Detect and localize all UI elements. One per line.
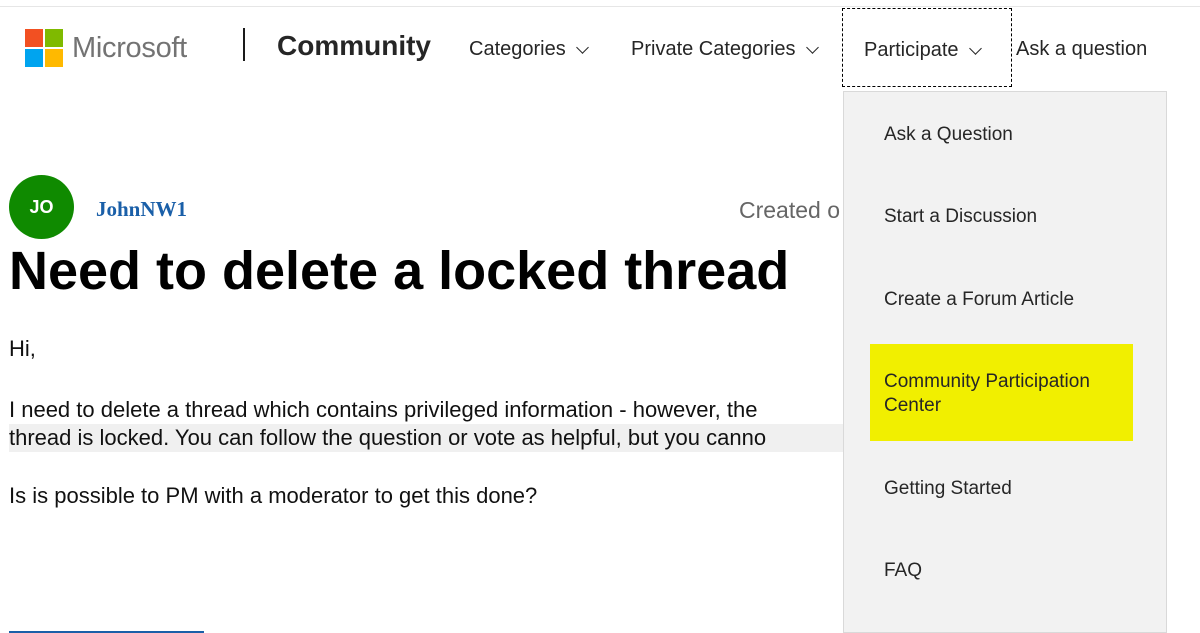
nav-categories-label: Categories xyxy=(469,38,566,60)
post-body-line: thread is locked. You can follow the que… xyxy=(9,424,843,452)
post-body-line: I need to delete a thread which contains… xyxy=(9,397,758,422)
menu-item-ask-a-question[interactable]: Ask a Question xyxy=(884,123,1013,147)
menu-item-start-a-discussion[interactable]: Start a Discussion xyxy=(884,205,1037,229)
logo-square-blue xyxy=(25,49,43,67)
header-divider xyxy=(243,28,245,61)
nav-participate[interactable]: Participate xyxy=(842,8,1012,87)
site-header: Microsoft Community Categories Private C… xyxy=(0,0,1200,90)
post-body-line: Hi, xyxy=(9,336,36,361)
menu-item-getting-started[interactable]: Getting Started xyxy=(884,477,1012,501)
menu-item-create-forum-article[interactable]: Create a Forum Article xyxy=(884,288,1074,312)
microsoft-logo[interactable]: Microsoft xyxy=(25,29,187,67)
nav-ask-question[interactable]: Ask a question xyxy=(1016,36,1147,62)
community-home-link[interactable]: Community xyxy=(277,29,431,63)
logo-text: Microsoft xyxy=(72,32,187,64)
avatar[interactable]: JO xyxy=(9,175,74,239)
nav-participate-label: Participate xyxy=(864,39,959,61)
menu-item-community-participation-center[interactable]: Community Participation Center xyxy=(870,344,1133,441)
logo-square-red xyxy=(25,29,43,47)
participate-dropdown-menu: Ask a Question Start a Discussion Create… xyxy=(843,91,1167,633)
logo-square-yellow xyxy=(45,49,63,67)
created-date: Created o xyxy=(739,197,841,223)
nav-private-categories[interactable]: Private Categories xyxy=(631,36,819,62)
chevron-down-icon xyxy=(805,41,819,54)
page-title: Need to delete a locked thread xyxy=(9,241,790,301)
chevron-down-icon xyxy=(575,41,589,54)
nav-private-categories-label: Private Categories xyxy=(631,38,796,60)
logo-square-green xyxy=(45,29,63,47)
chevron-down-icon xyxy=(968,42,982,55)
post-body-line: Is is possible to PM with a moderator to… xyxy=(9,483,538,508)
menu-item-faq[interactable]: FAQ xyxy=(884,559,922,583)
nav-categories[interactable]: Categories xyxy=(469,36,589,62)
microsoft-logo-icon xyxy=(25,29,63,67)
author-name-link[interactable]: JohnNW1 xyxy=(96,196,187,222)
